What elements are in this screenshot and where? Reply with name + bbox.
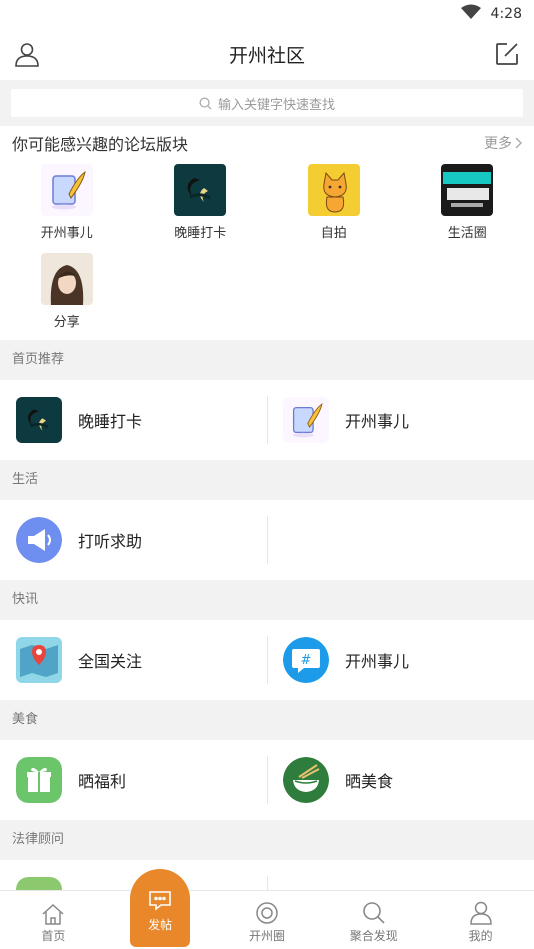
tab-home[interactable]: 首页: [0, 891, 107, 949]
forum-item-latenight[interactable]: 晚睡打卡: [134, 164, 268, 241]
feather-tablet-icon: [283, 397, 329, 443]
crescent-moon-icon: [174, 164, 227, 216]
app-bar: 开州社区: [0, 28, 534, 80]
profile-button[interactable]: [12, 39, 42, 69]
section-header: 生活: [0, 460, 534, 500]
bottom-tab-bar: 首页 发帖 开州圈 聚合发现 我的: [0, 869, 534, 949]
forum-item-share[interactable]: 分享: [0, 253, 134, 330]
section-item-label: 开州事儿: [345, 412, 410, 431]
forum-label: 晚睡打卡: [174, 226, 227, 241]
interest-title: 你可能感兴趣的论坛版块: [12, 135, 189, 154]
forum-label: 开州事儿: [40, 226, 93, 241]
tab-label: 首页: [41, 929, 66, 943]
cat-icon: [307, 164, 360, 216]
chevron-right-icon: [515, 137, 522, 149]
forum-item-lifecircle[interactable]: 生活圈: [401, 164, 534, 241]
search-icon: [362, 902, 385, 924]
forum-label: 自拍: [320, 226, 347, 241]
tab-label: 聚合发现: [349, 929, 398, 943]
forum-item-selfie[interactable]: 自拍: [267, 164, 401, 241]
noodle-bowl-icon: [283, 757, 329, 803]
section-item-label: 晒美食: [345, 772, 394, 791]
tab-mine[interactable]: 我的: [427, 891, 534, 949]
tab-label: 我的: [468, 929, 493, 943]
section-item-kaizhou[interactable]: 开州事儿: [267, 380, 534, 460]
gift-icon: [16, 757, 62, 803]
section-item-national[interactable]: 全国关注: [0, 620, 267, 700]
happiness-poster-icon: [441, 164, 494, 216]
forum-item-kaizhou[interactable]: 开州事儿: [0, 164, 134, 241]
user-icon: [469, 901, 492, 925]
section-header: 首页推荐: [0, 340, 534, 380]
edit-icon: [496, 43, 518, 65]
forum-label: 分享: [53, 315, 80, 330]
page-title: 开州社区: [228, 44, 305, 67]
map-pin-icon: [16, 637, 62, 683]
home-icon: [42, 903, 64, 925]
section-header: 美食: [0, 700, 534, 740]
megaphone-icon: [16, 517, 62, 563]
search-icon: [199, 96, 212, 110]
section-item-ask-help[interactable]: 打听求助: [0, 500, 267, 580]
tab-circle[interactable]: 开州圈: [214, 891, 321, 949]
circle-icon: [256, 902, 278, 924]
section-header: 快讯: [0, 580, 534, 620]
more-link[interactable]: 更多: [484, 133, 522, 153]
search-input[interactable]: 输入关键字快速查找: [11, 89, 523, 117]
status-bar: 4:28: [0, 0, 534, 28]
section-item-latenight[interactable]: 晚睡打卡: [0, 380, 267, 460]
section-header: 法律顾问: [0, 820, 534, 860]
section-row: 打听求助: [0, 500, 534, 580]
section-row: 全国关注 # 开州事儿: [0, 620, 534, 700]
tab-discover[interactable]: 聚合发现: [320, 891, 427, 949]
interest-forums: 你可能感兴趣的论坛版块 更多 开州事儿 晚睡打卡 自拍 生活圈 分享: [0, 126, 534, 340]
section-row: 晒福利 晒美食: [0, 740, 534, 820]
search-placeholder: 输入关键字快速查找: [217, 97, 335, 113]
section-item-label: 晒福利: [78, 772, 127, 791]
crescent-moon-icon: [16, 397, 62, 443]
section-item-food[interactable]: 晒美食: [267, 740, 534, 820]
section-item-label: 全国关注: [78, 652, 143, 671]
section-item-label: 打听求助: [78, 532, 143, 551]
tab-post[interactable]: 发帖: [107, 869, 214, 949]
empty-cell: [267, 500, 534, 580]
section-item-label: 晚睡打卡: [78, 412, 143, 431]
compose-button[interactable]: [492, 39, 522, 69]
user-icon: [15, 43, 39, 67]
more-label: 更多: [484, 136, 512, 152]
section-item-label: 开州事儿: [345, 652, 410, 671]
interest-header: 你可能感兴趣的论坛版块 更多: [0, 132, 534, 154]
chat-bubble-icon: [149, 891, 171, 911]
clock: 4:28: [490, 6, 522, 22]
section-item-kaizhou-news[interactable]: # 开州事儿: [267, 620, 534, 700]
portrait-photo-icon: [40, 253, 93, 305]
post-label: 发帖: [148, 918, 173, 932]
section-row: 晚睡打卡 开州事儿: [0, 380, 534, 460]
search-container: 输入关键字快速查找: [0, 80, 534, 126]
forum-label: 生活圈: [447, 226, 487, 241]
post-button[interactable]: 发帖: [130, 869, 191, 947]
feather-tablet-icon: [40, 164, 93, 216]
section-item-welfare[interactable]: 晒福利: [0, 740, 267, 820]
hashtag-chat-icon: #: [283, 637, 329, 683]
tab-label: 开州圈: [248, 929, 285, 943]
wifi-icon: [460, 4, 481, 24]
svg-text:#: #: [301, 653, 312, 668]
